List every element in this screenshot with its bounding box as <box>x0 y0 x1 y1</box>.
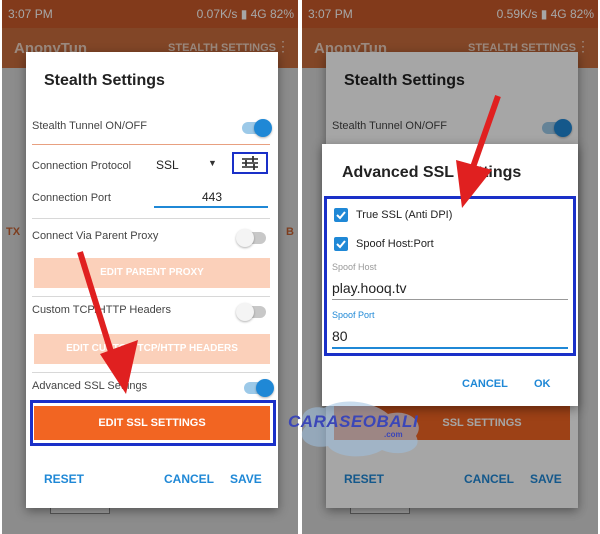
phone-screen-left: 3:07 PM 0.07K/s ▮ 4G 82% AnonyTun STEALT… <box>2 0 298 534</box>
watermark-subtext: .com <box>384 430 403 439</box>
watermark-text: CARASEOBALI <box>288 412 419 431</box>
red-arrow-icon <box>77 251 138 394</box>
